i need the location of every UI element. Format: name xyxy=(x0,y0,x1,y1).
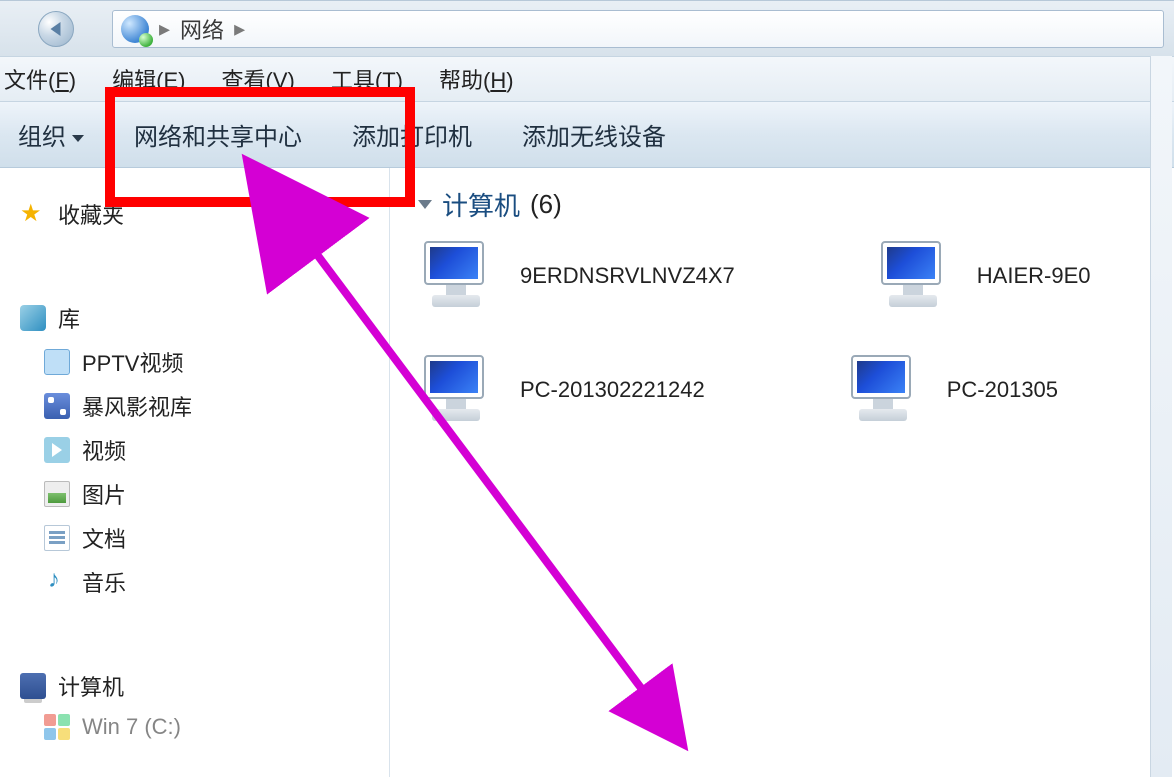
windows-icon xyxy=(44,714,70,740)
sidebar-favorites-label: 收藏夹 xyxy=(58,198,124,230)
menu-view-mnemonic: V xyxy=(273,68,288,93)
sidebar-item-label: 视频 xyxy=(82,434,126,466)
sidebar-computer-label: 计算机 xyxy=(58,670,124,702)
pictures-icon xyxy=(44,481,70,507)
computer-name: HAIER-9E0 xyxy=(977,263,1091,289)
chevron-down-icon xyxy=(418,200,432,209)
sidebar-libraries-label: 库 xyxy=(58,302,80,334)
organize-button[interactable]: 组织 xyxy=(18,117,84,152)
sidebar-item-label: 暴风影视库 xyxy=(82,390,192,422)
computer-item[interactable]: PC-201302221242 xyxy=(418,355,705,425)
command-bar: 组织 网络和共享中心 添加打印机 添加无线设备 xyxy=(0,102,1174,168)
sidebar-item-label: 图片 xyxy=(82,478,126,510)
sidebar-item-documents[interactable]: 文档 xyxy=(16,516,389,560)
menu-help-mnemonic: H xyxy=(490,68,506,93)
vertical-scrollbar[interactable] xyxy=(1150,56,1172,777)
menu-edit-mnemonic: E xyxy=(163,68,178,93)
sidebar-item-label: 音乐 xyxy=(82,566,126,598)
sidebar-favorites[interactable]: ★ 收藏夹 xyxy=(16,192,389,236)
sidebar-computer[interactable]: 计算机 xyxy=(16,664,389,708)
navigation-pane: ★ 收藏夹 库 PPTV视频 暴风影视库 视频 图片 文档 xyxy=(0,168,390,777)
menu-tools[interactable]: 工具(T) xyxy=(331,63,403,95)
menu-tools-mnemonic: T xyxy=(382,68,395,93)
computer-name: 9ERDNSRVLNVZ4X7 xyxy=(520,263,735,289)
sidebar-item-label: Win 7 (C:) xyxy=(82,714,181,740)
computer-item[interactable]: HAIER-9E0 xyxy=(875,241,1091,311)
computer-icon xyxy=(20,673,46,699)
group-count: (6) xyxy=(530,189,562,220)
chevron-down-icon xyxy=(72,135,84,142)
sidebar-item-label: PPTV视频 xyxy=(82,346,183,378)
sidebar-item-label: 文档 xyxy=(82,522,126,554)
sidebar-item-win7[interactable]: Win 7 (C:) xyxy=(16,708,389,746)
sidebar-item-music[interactable]: 音乐 xyxy=(16,560,389,604)
menu-file-label: 文件 xyxy=(4,68,48,93)
libraries-icon xyxy=(20,305,46,331)
sidebar-libraries[interactable]: 库 xyxy=(16,296,389,340)
menu-edit-label: 编辑 xyxy=(112,68,156,93)
back-button[interactable] xyxy=(38,11,74,47)
menu-view[interactable]: 查看(V) xyxy=(221,63,294,95)
menu-edit[interactable]: 编辑(E) xyxy=(112,63,185,95)
computer-icon xyxy=(875,241,953,311)
sidebar-item-pptv[interactable]: PPTV视频 xyxy=(16,340,389,384)
pptv-icon xyxy=(44,349,70,375)
menu-help-label: 帮助 xyxy=(439,68,483,93)
content-pane: 计算机 (6) 9ERDNSRVLNVZ4X7 HAIER-9E0 xyxy=(390,168,1174,777)
music-icon xyxy=(44,569,70,595)
menu-file-mnemonic: F xyxy=(55,68,68,93)
documents-icon xyxy=(44,525,70,551)
sidebar-item-pictures[interactable]: 图片 xyxy=(16,472,389,516)
address-bar: ▸ 网络 ▸ xyxy=(0,0,1174,56)
nav-buttons xyxy=(0,1,112,57)
computer-item[interactable]: 9ERDNSRVLNVZ4X7 xyxy=(418,241,735,311)
menu-help[interactable]: 帮助(H) xyxy=(439,63,514,95)
menu-bar: 文件(F) 编辑(E) 查看(V) 工具(T) 帮助(H) xyxy=(0,56,1174,102)
sidebar-item-videos[interactable]: 视频 xyxy=(16,428,389,472)
breadcrumb-separator: ▸ xyxy=(234,16,245,42)
computer-name: PC-201305 xyxy=(947,377,1058,403)
group-label: 计算机 xyxy=(442,186,520,223)
address-box[interactable]: ▸ 网络 ▸ xyxy=(112,10,1164,48)
menu-tools-label: 工具 xyxy=(331,68,375,93)
computer-icon xyxy=(845,355,923,425)
group-header-computers[interactable]: 计算机 (6) xyxy=(418,186,1174,223)
computer-item[interactable]: PC-201305 xyxy=(845,355,1058,425)
star-icon: ★ xyxy=(20,201,46,227)
sidebar-item-baofeng[interactable]: 暴风影视库 xyxy=(16,384,389,428)
computer-name: PC-201302221242 xyxy=(520,377,705,403)
network-icon xyxy=(121,15,149,43)
add-printer-button[interactable]: 添加打印机 xyxy=(352,117,472,152)
add-wireless-device-button[interactable]: 添加无线设备 xyxy=(522,117,666,152)
breadcrumb-location[interactable]: 网络 xyxy=(180,13,224,45)
computer-icon xyxy=(418,355,496,425)
organize-label: 组织 xyxy=(18,124,66,151)
menu-view-label: 查看 xyxy=(221,68,265,93)
network-sharing-center-button[interactable]: 网络和共享中心 xyxy=(134,117,302,152)
baofeng-icon xyxy=(44,393,70,419)
menu-file[interactable]: 文件(F) xyxy=(4,63,76,95)
videos-icon xyxy=(44,437,70,463)
breadcrumb-separator: ▸ xyxy=(159,16,170,42)
computer-icon xyxy=(418,241,496,311)
